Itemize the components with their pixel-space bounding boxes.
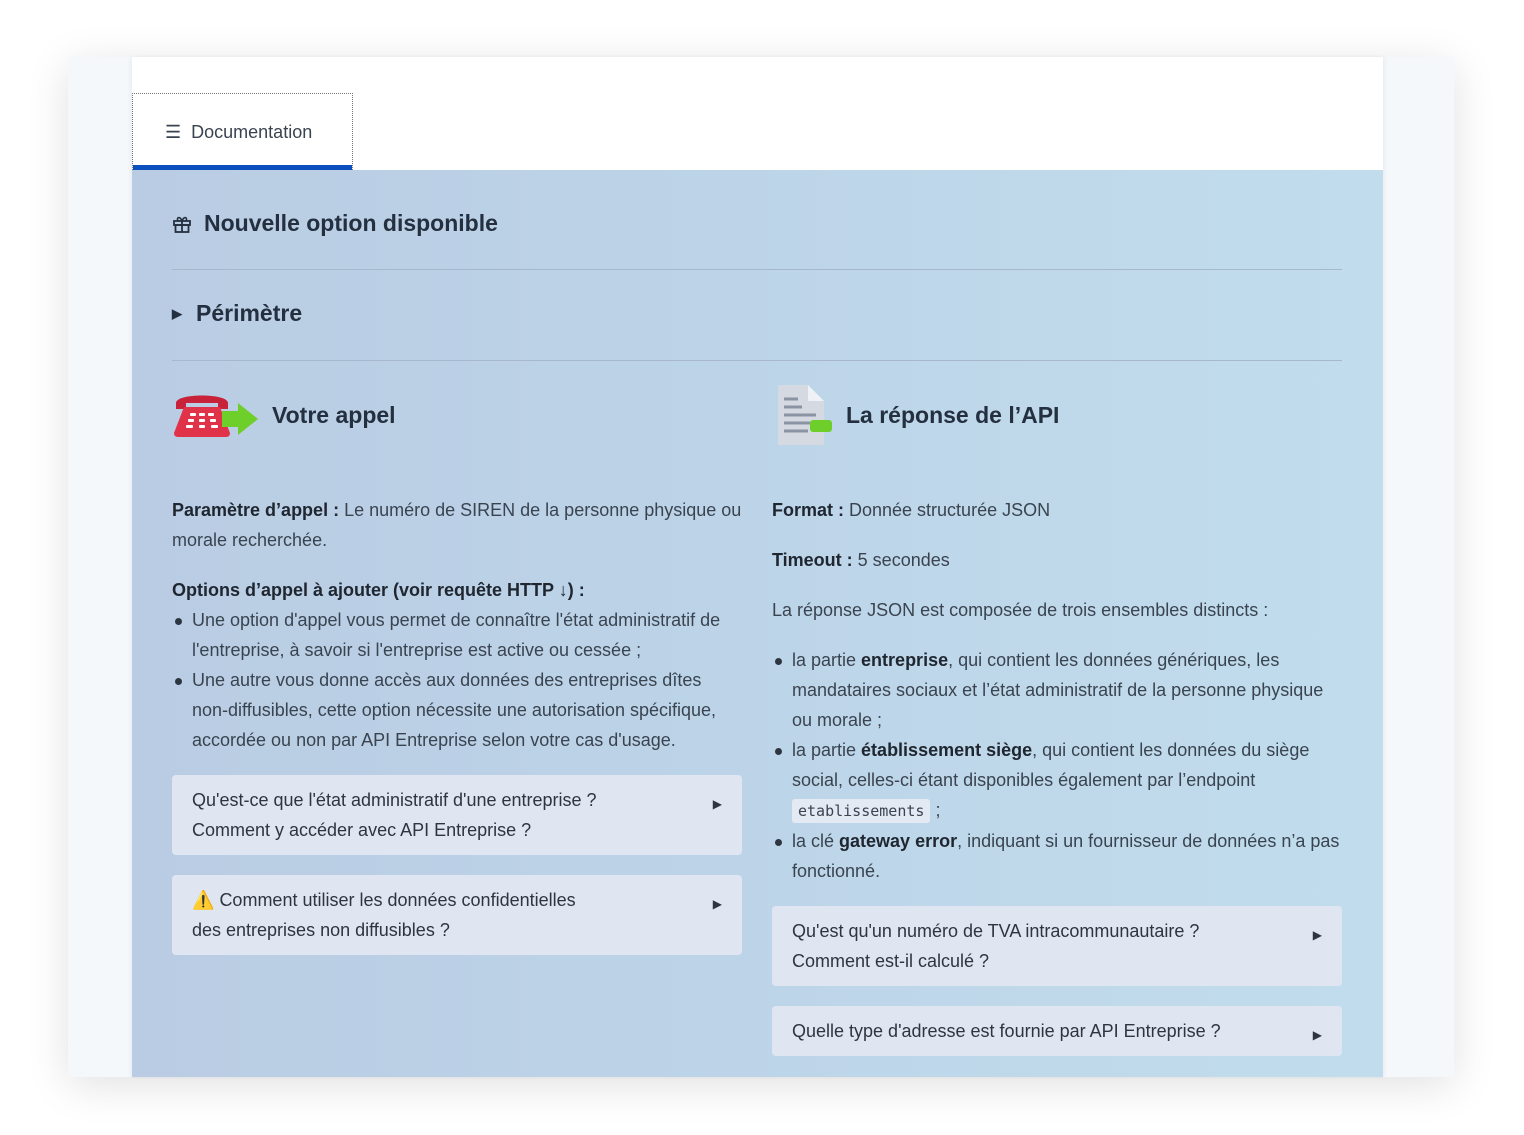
faq-address-type[interactable]: Quelle type d'adresse est fournie par AP… bbox=[772, 1006, 1342, 1056]
response-title: La réponse de l’API bbox=[846, 401, 1060, 428]
call-heading: Votre appel bbox=[172, 380, 742, 450]
tab-label: Documentation bbox=[191, 121, 313, 142]
response-column: La réponse de l’API Format : Donnée stru… bbox=[772, 380, 1342, 1056]
faq-administrative-state[interactable]: Qu'est-ce que l'état administratif d'une… bbox=[172, 775, 742, 855]
caret-right-icon: ▶ bbox=[712, 797, 722, 811]
list-item: Une autre vous donne accès aux données d… bbox=[172, 665, 742, 755]
faq-line: Comment est-il calculé ? bbox=[792, 951, 990, 971]
list-item: la partie entreprise, qui contient les d… bbox=[772, 645, 1342, 735]
faq-line: Quelle type d'adresse est fournie par AP… bbox=[792, 1021, 1221, 1041]
text-span: gateway error bbox=[839, 831, 958, 851]
timeout-value: 5 secondes bbox=[852, 550, 950, 570]
banner-title: Nouvelle option disponible bbox=[204, 210, 498, 236]
timeout-line: Timeout : 5 secondes bbox=[772, 545, 1342, 575]
warning-icon: ⚠️ bbox=[192, 890, 215, 910]
caret-right-icon: ▶ bbox=[172, 305, 182, 321]
format-value: Donnée structurée JSON bbox=[844, 500, 1051, 520]
options-list: Une option d'appel vous permet de connaî… bbox=[172, 605, 742, 755]
caret-right-icon: ▶ bbox=[1312, 1028, 1322, 1042]
caret-right-icon: ▶ bbox=[1312, 928, 1322, 942]
response-intro: La réponse JSON est composée de trois en… bbox=[772, 600, 1269, 620]
content-area: ☰ Documentation Nouvelle option disponib… bbox=[132, 57, 1383, 1077]
gift-icon bbox=[173, 216, 191, 233]
list-item: Une option d'appel vous permet de connaî… bbox=[172, 605, 742, 665]
tab-documentation[interactable]: ☰ Documentation bbox=[132, 93, 353, 170]
options-label: Options d’appel à ajouter (voir requête … bbox=[172, 580, 585, 600]
list-item: la partie établissement siège, qui conti… bbox=[772, 735, 1342, 826]
faq-line: Comment utiliser les données confidentie… bbox=[219, 890, 576, 910]
perimetre-label: Périmètre bbox=[196, 300, 303, 326]
format-line: Format : Donnée structurée JSON bbox=[772, 495, 1342, 525]
faq-confidential-data[interactable]: ⚠️ Comment utiliser les données confiden… bbox=[172, 875, 742, 955]
list-item: la clé gateway error, indiquant si un fo… bbox=[772, 826, 1342, 886]
response-heading: La réponse de l’API bbox=[772, 380, 1342, 450]
format-label: Format : bbox=[772, 500, 844, 520]
call-column: Votre appel Paramètre d’appel : Le numér… bbox=[172, 380, 742, 955]
faq-line: Comment y accéder avec API Entreprise ? bbox=[192, 820, 532, 840]
text-span: la clé bbox=[792, 831, 840, 851]
divider bbox=[172, 269, 1342, 270]
divider bbox=[172, 360, 1342, 361]
list-icon: ☰ bbox=[165, 121, 182, 142]
param-label: Paramètre d’appel : bbox=[172, 500, 340, 520]
text-span: la partie bbox=[792, 650, 862, 670]
faq-line: Qu'est-ce que l'état administratif d'une… bbox=[192, 790, 597, 810]
new-option-heading: Nouvelle option disponible bbox=[172, 210, 498, 237]
call-title: Votre appel bbox=[272, 401, 396, 428]
faq-line: Qu'est qu'un numéro de TVA intracommunau… bbox=[792, 921, 1200, 941]
response-list: la partie entreprise, qui contient les d… bbox=[772, 645, 1342, 886]
document-icon bbox=[778, 385, 832, 445]
faq-tva[interactable]: Qu'est qu'un numéro de TVA intracommunau… bbox=[772, 906, 1342, 986]
text-span: entreprise bbox=[861, 650, 949, 670]
perimetre-toggle[interactable]: ▶ Périmètre bbox=[172, 300, 302, 327]
call-parameter: Paramètre d’appel : Le numéro de SIREN d… bbox=[172, 495, 742, 555]
code-endpoint: etablissements bbox=[792, 799, 931, 823]
text-span: ; bbox=[930, 800, 941, 820]
caret-right-icon: ▶ bbox=[712, 897, 722, 911]
text-span: la partie bbox=[792, 740, 862, 760]
phone-call-icon bbox=[174, 395, 258, 437]
documentation-panel: Nouvelle option disponible ▶ Périmètre V… bbox=[132, 170, 1383, 1077]
page-frame: ☰ Documentation Nouvelle option disponib… bbox=[68, 57, 1454, 1077]
faq-line: des entreprises non diffusibles ? bbox=[192, 920, 450, 940]
text-span: établissement siège bbox=[861, 740, 1033, 760]
timeout-label: Timeout : bbox=[772, 550, 853, 570]
